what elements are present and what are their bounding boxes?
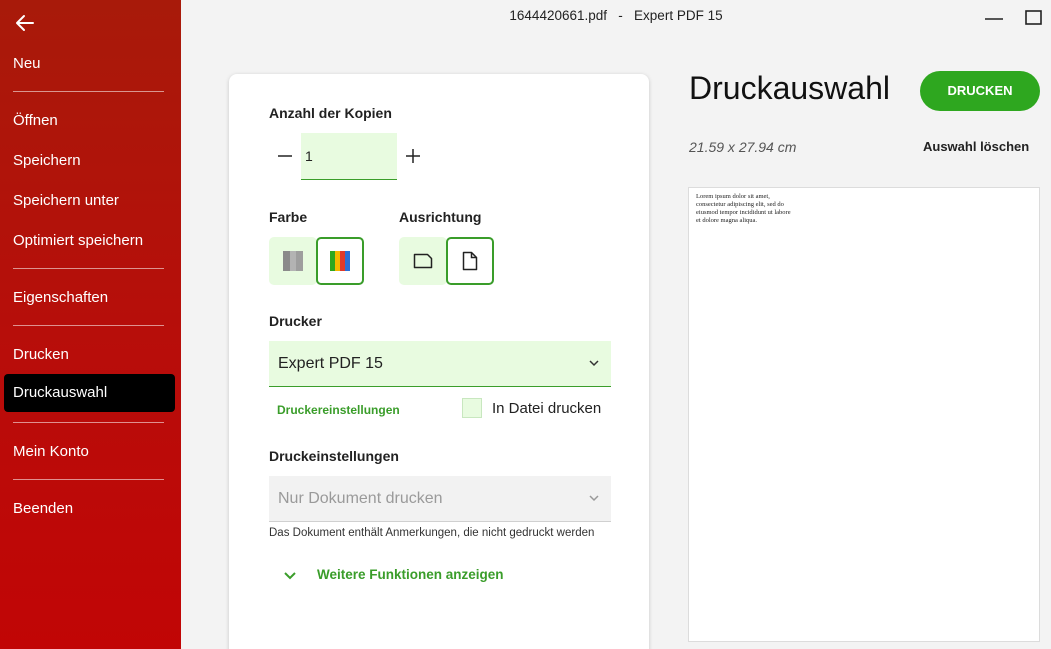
portrait-toggle[interactable] [446,237,494,285]
print-settings-select: Nur Dokument drucken [269,476,611,522]
sidebar-divider [13,325,164,326]
sidebar-item-neu[interactable]: Neu [4,45,175,83]
sidebar-divider [13,422,164,423]
back-arrow-icon[interactable] [14,12,36,34]
print-button[interactable]: DRUCKEN [920,71,1040,111]
color-bars-icon [330,251,350,271]
page-title: Druckauswahl [689,70,890,106]
title-bar: 1644420661.pdf - Expert PDF 15 [181,0,1051,34]
maximize-button[interactable] [1023,8,1045,28]
grayscale-toggle[interactable] [269,237,317,285]
sidebar-item-beenden[interactable]: Beenden [4,490,175,528]
landscape-toggle[interactable] [399,237,447,285]
sidebar-item-optimiert-speichern[interactable]: Optimiert speichern [4,222,175,260]
color-toggle[interactable] [316,237,364,285]
increment-button[interactable] [403,146,423,166]
sidebar-divider [13,268,164,269]
sidebar-divider [13,479,164,480]
sidebar-item-oeffnen[interactable]: Öffnen [4,102,175,140]
decrement-button[interactable] [275,146,295,166]
preview-page-text: Lorem ipsum dolor sit amet, consectetur … [696,193,791,224]
copies-input[interactable] [301,133,397,180]
more-functions-link[interactable]: Weitere Funktionen anzeigen [317,567,504,582]
printer-label: Drucker [269,313,322,329]
window-title-separator: - [618,8,623,23]
printer-select[interactable]: Expert PDF 15 [269,341,611,387]
sidebar-item-eigenschaften[interactable]: Eigenschaften [4,279,175,317]
window-filename: 1644420661.pdf [509,8,608,23]
color-label: Farbe [269,209,308,225]
chevron-down-icon [589,495,599,502]
print-settings-card: Anzahl der Kopien Farbe Ausrichtung Druc… [229,74,649,649]
annotations-note: Das Dokument enthält Anmerkungen, die ni… [269,527,595,539]
page-preview: Lorem ipsum dolor sit amet, consectetur … [688,187,1040,642]
print-settings-select-value: Nur Dokument drucken [278,490,443,507]
printer-settings-link[interactable]: Druckereinstellungen [277,403,400,417]
sidebar: Neu Öffnen Speichern Speichern unter Opt… [0,0,181,649]
clear-selection-button[interactable]: Auswahl löschen [923,139,1029,154]
sidebar-item-speichern-unter[interactable]: Speichern unter [4,182,175,220]
page-size-label: 21.59 x 27.94 cm [689,139,797,155]
print-settings-label: Druckeinstellungen [269,448,399,464]
sidebar-item-druckauswahl[interactable]: Druckauswahl [4,374,175,412]
window-title: 1644420661.pdf - Expert PDF 15 [181,8,1051,23]
window-app-name: Expert PDF 15 [634,8,723,23]
print-to-file-checkbox[interactable] [462,398,482,418]
portrait-page-icon [462,251,478,271]
minimize-button[interactable] [983,8,1005,28]
landscape-page-icon [413,253,433,269]
sidebar-divider [13,91,164,92]
expand-chevron-icon[interactable] [283,570,297,582]
sidebar-item-speichern[interactable]: Speichern [4,142,175,180]
copies-label: Anzahl der Kopien [269,105,392,121]
printer-select-value: Expert PDF 15 [278,355,383,372]
sidebar-item-mein-konto[interactable]: Mein Konto [4,433,175,471]
sidebar-item-drucken[interactable]: Drucken [4,336,175,374]
grayscale-icon [283,251,303,271]
orientation-label: Ausrichtung [399,209,482,225]
print-to-file-label: In Datei drucken [492,400,602,417]
chevron-down-icon [589,360,599,367]
